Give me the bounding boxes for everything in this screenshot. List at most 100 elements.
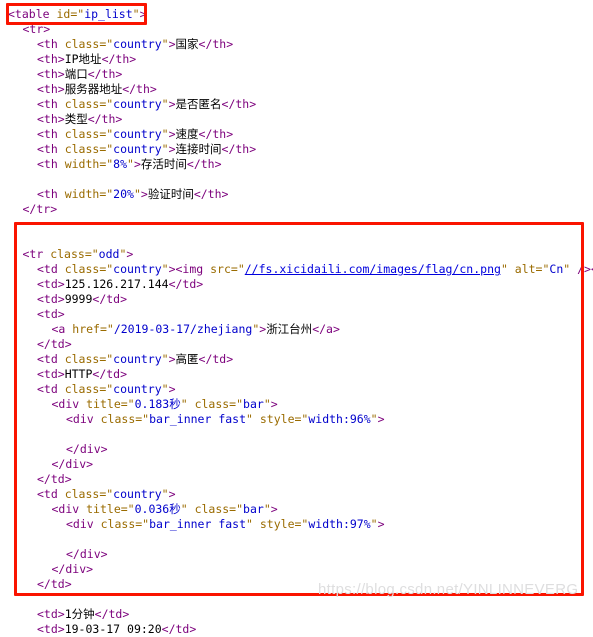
code-line: <div class="bar_inner fast" style="width…	[66, 412, 385, 427]
code-token-attr: href="	[72, 322, 114, 336]
code-token-tag: </td>	[37, 337, 72, 351]
code-token-tag: >	[168, 142, 176, 156]
code-token-tag: <td>	[37, 277, 65, 291]
code-token-tag: <td>	[37, 622, 65, 636]
code-line: </tr>	[23, 202, 58, 217]
code-token-attr: " class="	[180, 502, 244, 516]
code-token-tag: <td>	[37, 307, 65, 321]
code-token-val: Cn	[549, 262, 564, 276]
code-token-val: width:96%	[308, 412, 371, 426]
code-token-tag: </a>	[312, 322, 340, 336]
code-token-attr: " style="	[246, 517, 309, 531]
code-token-tag: </div>	[51, 457, 94, 471]
code-token-val: width:97%	[308, 517, 371, 531]
code-token-attr: "	[161, 37, 169, 51]
code-token-tag: <td	[37, 352, 65, 366]
code-token-tag: </td>	[168, 277, 204, 291]
code-token-text: 端口	[64, 67, 88, 81]
code-token-tag: >	[126, 247, 134, 261]
code-token-text: 服务器地址	[64, 82, 123, 96]
code-token-text: 国家	[175, 37, 199, 51]
code-token-val: country	[113, 352, 162, 366]
code-token-attr: "	[263, 397, 271, 411]
code-token-text: 浙江台州	[266, 322, 313, 336]
code-line: <th width="8%">存活时间</th>	[37, 157, 222, 172]
code-token-tag: </th>	[221, 97, 257, 111]
code-token-attr: id=	[56, 7, 78, 21]
code-line: <div title="0.183秒" class="bar">	[52, 397, 278, 412]
code-token-val: country	[113, 37, 162, 51]
code-token-val: ip_list	[84, 7, 133, 21]
code-token-tag: <div	[51, 502, 87, 516]
code-token-attr: "	[263, 502, 271, 516]
code-token-text: 19-03-17 09:20	[64, 622, 162, 636]
code-token-attr: "	[161, 382, 169, 396]
code-token-tag: >	[168, 37, 176, 51]
code-token-tag: <td>	[37, 607, 65, 621]
code-line: <div class="bar_inner fast" style="width…	[66, 517, 385, 532]
code-token-val: country	[113, 262, 162, 276]
code-token-attr: class="	[100, 517, 150, 531]
code-line: <td class="country"><img src="//fs.xicid…	[37, 262, 593, 277]
code-token-tag: >	[140, 187, 148, 201]
code-token-val: /2019-03-17/zhejiang	[113, 322, 253, 336]
code-token-tag: </div>	[66, 442, 108, 456]
code-token-val: bar_inner fast	[149, 412, 247, 426]
code-token-tag: </td>	[198, 352, 234, 366]
code-token-tag: </td>	[37, 472, 72, 486]
code-line: <th width="20%">验证时间</th>	[37, 187, 228, 202]
code-line: <td class="country">高匿</td>	[37, 352, 233, 367]
code-token-text: 类型	[64, 112, 88, 126]
code-token-attr: "	[132, 7, 140, 21]
code-token-tag: >	[168, 487, 176, 501]
code-token-text: 连接时间	[175, 142, 222, 156]
code-token-tag: >	[168, 127, 176, 141]
code-line: <th>IP地址</th>	[37, 52, 136, 67]
code-token-tag: <td	[37, 382, 65, 396]
code-token-val: bar	[243, 502, 264, 516]
code-token-attr: class="	[64, 382, 114, 396]
code-line: <td>	[37, 307, 65, 322]
code-line: <th>类型</th>	[37, 112, 122, 127]
code-line: <td>19-03-17 09:20</td>	[37, 622, 196, 637]
code-token-tag: </td>	[161, 622, 197, 636]
code-token-attr: " style="	[246, 412, 309, 426]
code-token-tag: </div>	[66, 547, 108, 561]
code-token-tag: >	[270, 502, 278, 516]
code-token-tag: <tr	[22, 247, 51, 261]
code-token-text: 是否匿名	[175, 97, 222, 111]
code-token-tag: </th>	[87, 112, 123, 126]
code-line: <table id="ip_list">	[8, 7, 147, 22]
code-token-tag: </th>	[198, 127, 234, 141]
code-token-tag: >	[168, 382, 176, 396]
code-token-tag: <table	[8, 7, 57, 21]
code-token-val: bar_inner fast	[149, 517, 247, 531]
code-token-tag: <th>	[37, 82, 65, 96]
code-token-text: 验证时间	[147, 187, 194, 201]
code-token-val: 20%	[113, 187, 134, 201]
code-token-tag: </th>	[221, 142, 257, 156]
code-token-val: country	[113, 487, 162, 501]
code-token-attr: "	[161, 352, 169, 366]
code-line: <a href="/2019-03-17/zhejiang">浙江台州</a>	[52, 322, 340, 337]
code-line: <td>HTTP</td>	[37, 367, 127, 382]
code-token-attr: "	[370, 412, 378, 426]
code-token-tag: </div>	[51, 562, 94, 576]
code-line: <th class="country">速度</th>	[37, 127, 233, 142]
code-token-link[interactable]: //fs.xicidaili.com/images/flag/cn.png	[245, 262, 501, 276]
code-line: <tr class="odd">	[23, 247, 134, 262]
code-token-attr: "	[161, 127, 169, 141]
code-line: </td>	[37, 577, 72, 592]
code-token-tag: >	[270, 397, 278, 411]
code-token-tag: <td	[37, 262, 65, 276]
code-token-attr: class="	[100, 412, 150, 426]
code-line: <td>125.126.217.144</td>	[37, 277, 203, 292]
code-token-tag: >	[139, 7, 147, 21]
code-token-attr: "	[161, 97, 169, 111]
code-line: </div>	[66, 442, 108, 457]
code-token-tag: ><img	[168, 262, 211, 276]
code-token-val: 0.183秒	[134, 397, 181, 411]
code-token-attr: class="	[64, 262, 114, 276]
code-token-tag: <th>	[37, 67, 65, 81]
code-token-tag: </th>	[198, 37, 234, 51]
